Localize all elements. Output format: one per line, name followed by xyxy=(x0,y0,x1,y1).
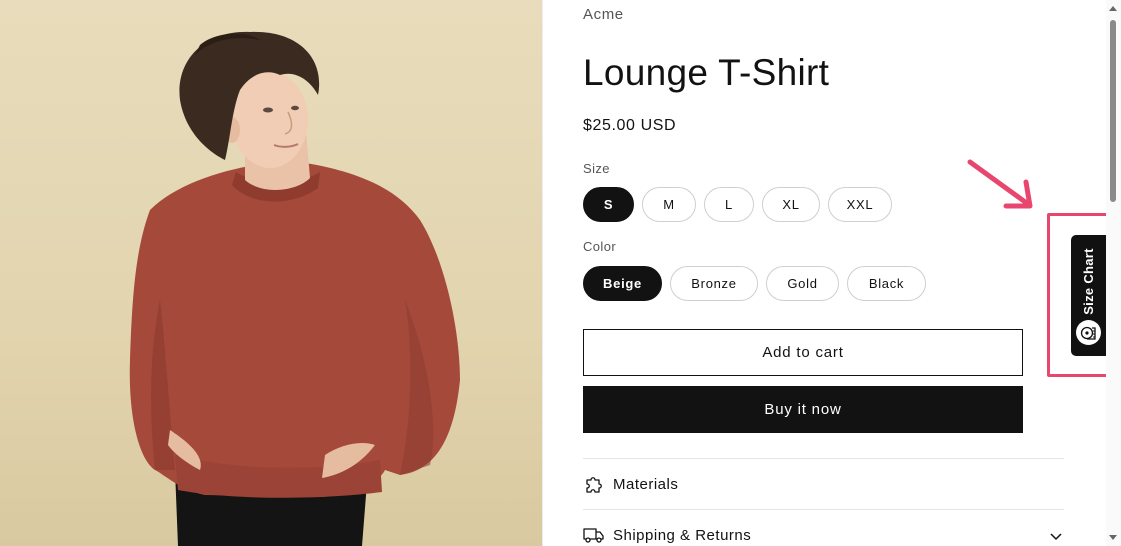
page-scrollbar[interactable] xyxy=(1106,0,1121,546)
product-image[interactable] xyxy=(0,0,542,546)
color-option-group: Beige Bronze Gold Black xyxy=(583,266,926,301)
scrollbar-thumb[interactable] xyxy=(1110,20,1116,202)
product-title: Lounge T-Shirt xyxy=(583,52,830,93)
chevron-down-icon xyxy=(1048,528,1064,544)
size-chart-tab-text-wrap: Size Chart xyxy=(1073,241,1104,321)
size-option-group: S M L XL XXL xyxy=(583,187,892,222)
accordion-materials-label: Materials xyxy=(613,475,679,493)
size-pill-xl[interactable]: XL xyxy=(762,187,820,222)
annotation-arrow xyxy=(967,159,1033,209)
size-pill-m[interactable]: M xyxy=(642,187,696,222)
size-pill-xxl[interactable]: XXL xyxy=(828,187,892,222)
product-vendor[interactable]: Acme xyxy=(583,6,624,23)
color-pill-black[interactable]: Black xyxy=(847,266,926,301)
size-pill-s[interactable]: S xyxy=(583,187,634,222)
size-chart-tab-label: Size Chart xyxy=(1081,247,1097,315)
truck-icon xyxy=(583,524,605,546)
size-pill-l[interactable]: L xyxy=(704,187,754,222)
scroll-down-arrow-icon[interactable] xyxy=(1109,535,1117,540)
accordion-materials[interactable]: Materials xyxy=(583,458,1064,509)
tape-measure-icon xyxy=(1076,320,1101,345)
product-price: $25.00 USD xyxy=(583,117,677,134)
color-pill-beige[interactable]: Beige xyxy=(583,266,662,301)
photo-divider xyxy=(542,0,543,546)
color-pill-bronze[interactable]: Bronze xyxy=(670,266,758,301)
color-option-label: Color xyxy=(583,239,617,254)
accordion-shipping-returns[interactable]: Shipping & Returns xyxy=(583,509,1064,546)
buy-now-button[interactable]: Buy it now xyxy=(583,386,1023,433)
size-option-label: Size xyxy=(583,161,610,176)
accordion-shipping-returns-label: Shipping & Returns xyxy=(613,526,752,544)
puzzle-icon xyxy=(583,473,605,495)
size-chart-tab[interactable]: Size Chart xyxy=(1071,235,1106,356)
scroll-up-arrow-icon[interactable] xyxy=(1109,6,1117,11)
add-to-cart-button[interactable]: Add to cart xyxy=(583,329,1023,376)
color-pill-gold[interactable]: Gold xyxy=(766,266,839,301)
product-photo-illustration xyxy=(129,31,460,546)
